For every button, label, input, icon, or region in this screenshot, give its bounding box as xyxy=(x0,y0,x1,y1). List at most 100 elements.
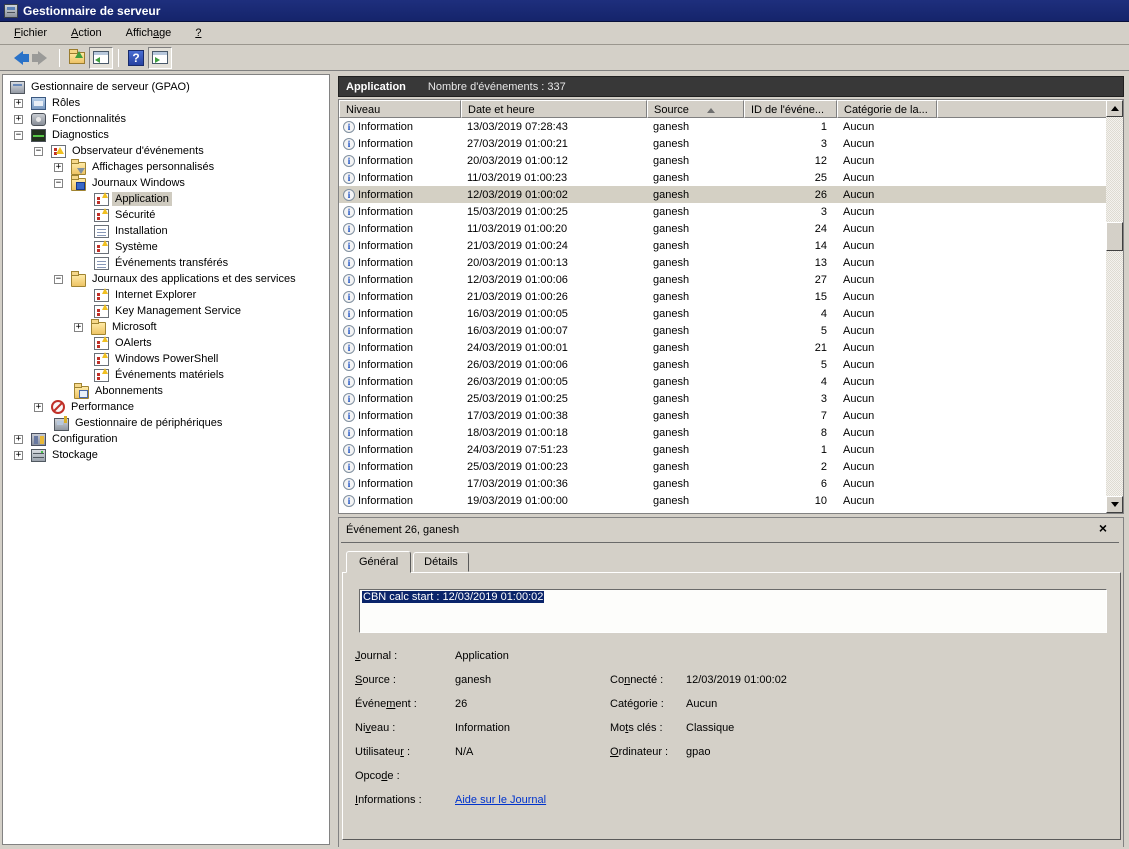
column-header-id[interactable]: ID de l'événe... xyxy=(744,100,837,118)
column-header-label: Catégorie de la... xyxy=(844,104,928,116)
column-header-category[interactable]: Catégorie de la... xyxy=(837,100,937,118)
tree-item[interactable]: −Diagnostics xyxy=(14,127,112,143)
expand-toggle[interactable]: − xyxy=(54,275,63,284)
information-icon: i xyxy=(343,189,355,201)
expand-toggle[interactable]: + xyxy=(74,323,83,332)
event-description-box[interactable]: CBN calc start : 12/03/2019 01:00:02 xyxy=(359,589,1107,633)
expand-toggle[interactable]: + xyxy=(14,99,23,108)
menu-item-?[interactable]: ? xyxy=(187,24,211,42)
vertical-scrollbar[interactable] xyxy=(1106,100,1123,513)
menu-item-action[interactable]: Action xyxy=(63,24,112,42)
tree-item[interactable]: + Affichages personnalisés xyxy=(54,159,217,175)
tree-item-label: Affichages personnalisés xyxy=(89,160,217,174)
menu-item-affichage[interactable]: Affichage xyxy=(118,24,182,42)
event-row[interactable]: iInformation20/03/2019 01:00:12ganesh12A… xyxy=(339,152,1106,169)
forward-button[interactable] xyxy=(30,47,54,69)
back-button[interactable] xyxy=(6,47,30,69)
tab-general[interactable]: Général xyxy=(346,551,411,573)
log-help-link[interactable]: Aide sur le Journal xyxy=(455,794,546,806)
tree-item[interactable]: OAlerts xyxy=(91,335,155,351)
expand-toggle[interactable]: + xyxy=(14,115,23,124)
close-icon[interactable]: × xyxy=(1095,521,1111,537)
event-row[interactable]: iInformation24/03/2019 01:00:01ganesh21A… xyxy=(339,339,1106,356)
expand-toggle[interactable]: − xyxy=(34,147,43,156)
event-row[interactable]: iInformation20/03/2019 01:00:13ganesh13A… xyxy=(339,254,1106,271)
event-row[interactable]: iInformation25/03/2019 01:00:23ganesh2Au… xyxy=(339,458,1106,475)
event-row[interactable]: iInformation24/03/2019 07:51:23ganesh1Au… xyxy=(339,441,1106,458)
event-row[interactable]: iInformation16/03/2019 01:00:05ganesh4Au… xyxy=(339,305,1106,322)
field-label: Source : xyxy=(355,674,396,686)
event-row[interactable]: iInformation21/03/2019 01:00:26ganesh15A… xyxy=(339,288,1106,305)
scroll-down-button[interactable] xyxy=(1106,496,1123,513)
column-header-label: Niveau xyxy=(346,104,380,116)
cell-source: ganesh xyxy=(647,342,744,354)
expand-toggle[interactable]: + xyxy=(14,435,23,444)
tree-item[interactable]: Key Management Service xyxy=(91,303,244,319)
column-header-source[interactable]: Source xyxy=(647,100,744,118)
level-text: Information xyxy=(358,410,413,422)
event-row[interactable]: iInformation15/03/2019 01:00:25ganesh3Au… xyxy=(339,203,1106,220)
show-hide-action-pane-button[interactable] xyxy=(148,47,172,69)
tree-item[interactable]: Événements transférés xyxy=(91,255,231,271)
event-count: Nombre d'événements : 337 xyxy=(428,81,566,93)
menu-item-fichier[interactable]: Fichier xyxy=(6,24,57,42)
event-row[interactable]: iInformation26/03/2019 01:00:06ganesh5Au… xyxy=(339,356,1106,373)
expand-toggle[interactable]: − xyxy=(14,131,23,140)
tab-details[interactable]: Détails xyxy=(413,552,469,572)
tree-item[interactable]: +Configuration xyxy=(14,431,120,447)
tree-item[interactable]: Système xyxy=(91,239,161,255)
event-row[interactable]: iInformation11/03/2019 01:00:23ganesh25A… xyxy=(339,169,1106,186)
tree-item[interactable]: Abonnements xyxy=(71,383,166,399)
event-row[interactable]: iInformation17/03/2019 01:00:38ganesh7Au… xyxy=(339,407,1106,424)
event-row[interactable]: iInformation16/03/2019 01:00:07ganesh5Au… xyxy=(339,322,1106,339)
scroll-up-button[interactable] xyxy=(1106,100,1123,117)
tree-item[interactable]: +Rôles xyxy=(14,95,83,111)
event-row[interactable]: iInformation13/03/2019 07:28:43ganesh1Au… xyxy=(339,118,1106,135)
field-row: Opcode : xyxy=(343,770,1120,786)
tree-item[interactable]: Internet Explorer xyxy=(91,287,199,303)
tree-item[interactable]: −Journaux Windows xyxy=(54,175,188,191)
column-header-date[interactable]: Date et heure xyxy=(461,100,647,118)
scroll-up-icon xyxy=(1111,106,1119,111)
event-row[interactable]: iInformation27/03/2019 01:00:21ganesh3Au… xyxy=(339,135,1106,152)
tree-item[interactable]: +Performance xyxy=(34,399,137,415)
cell-date: 26/03/2019 01:00:06 xyxy=(461,359,647,371)
event-row[interactable]: iInformation18/03/2019 01:00:18ganesh8Au… xyxy=(339,424,1106,441)
tree-item[interactable]: +Stockage xyxy=(14,447,101,463)
expand-toggle[interactable]: + xyxy=(54,163,63,172)
tree-item[interactable]: Windows PowerShell xyxy=(91,351,221,367)
event-row[interactable]: iInformation19/03/2019 01:00:00ganesh10A… xyxy=(339,492,1106,509)
tree-item[interactable]: Sécurité xyxy=(91,207,158,223)
level-text: Information xyxy=(358,325,413,337)
expand-toggle[interactable]: + xyxy=(34,403,43,412)
tree-item[interactable]: Événements matériels xyxy=(91,367,227,383)
show-hide-console-tree-button[interactable] xyxy=(89,47,113,69)
expand-toggle[interactable]: − xyxy=(54,179,63,188)
tree-item[interactable]: Gestionnaire de périphériques xyxy=(51,415,225,431)
column-header-level[interactable]: Niveau xyxy=(339,100,461,118)
tree-item[interactable]: −Observateur d'événements xyxy=(34,143,207,159)
help-button[interactable]: ? xyxy=(124,47,148,69)
event-row[interactable]: iInformation25/03/2019 01:00:25ganesh3Au… xyxy=(339,390,1106,407)
tree-item[interactable]: +Fonctionnalités xyxy=(14,111,129,127)
event-row[interactable]: iInformation26/03/2019 01:00:05ganesh4Au… xyxy=(339,373,1106,390)
expand-toggle[interactable]: + xyxy=(14,451,23,460)
tree-item[interactable]: +Microsoft xyxy=(74,319,160,335)
event-row[interactable]: iInformation12/03/2019 01:00:06ganesh27A… xyxy=(339,271,1106,288)
cell-source: ganesh xyxy=(647,172,744,184)
cell-date: 18/03/2019 01:00:18 xyxy=(461,427,647,439)
up-one-level-button[interactable] xyxy=(65,47,89,69)
level-text: Information xyxy=(358,257,413,269)
cell-date: 13/03/2019 07:28:43 xyxy=(461,121,647,133)
event-row[interactable]: iInformation21/03/2019 01:00:24ganesh14A… xyxy=(339,237,1106,254)
log-plain-icon xyxy=(94,257,109,270)
tree-item[interactable]: Installation xyxy=(91,223,171,239)
tree-item[interactable]: Gestionnaire de serveur (GPAO) xyxy=(7,79,193,95)
event-row[interactable]: iInformation12/03/2019 01:00:02ganesh26A… xyxy=(339,186,1106,203)
event-row[interactable]: iInformation11/03/2019 01:00:20ganesh24A… xyxy=(339,220,1106,237)
scrollbar-thumb[interactable] xyxy=(1106,222,1123,251)
tree-item[interactable]: −Journaux des applications et des servic… xyxy=(54,271,299,287)
tree-item[interactable]: Application xyxy=(91,191,172,207)
cell-level: iInformation xyxy=(339,308,461,320)
event-row[interactable]: iInformation17/03/2019 01:00:36ganesh6Au… xyxy=(339,475,1106,492)
